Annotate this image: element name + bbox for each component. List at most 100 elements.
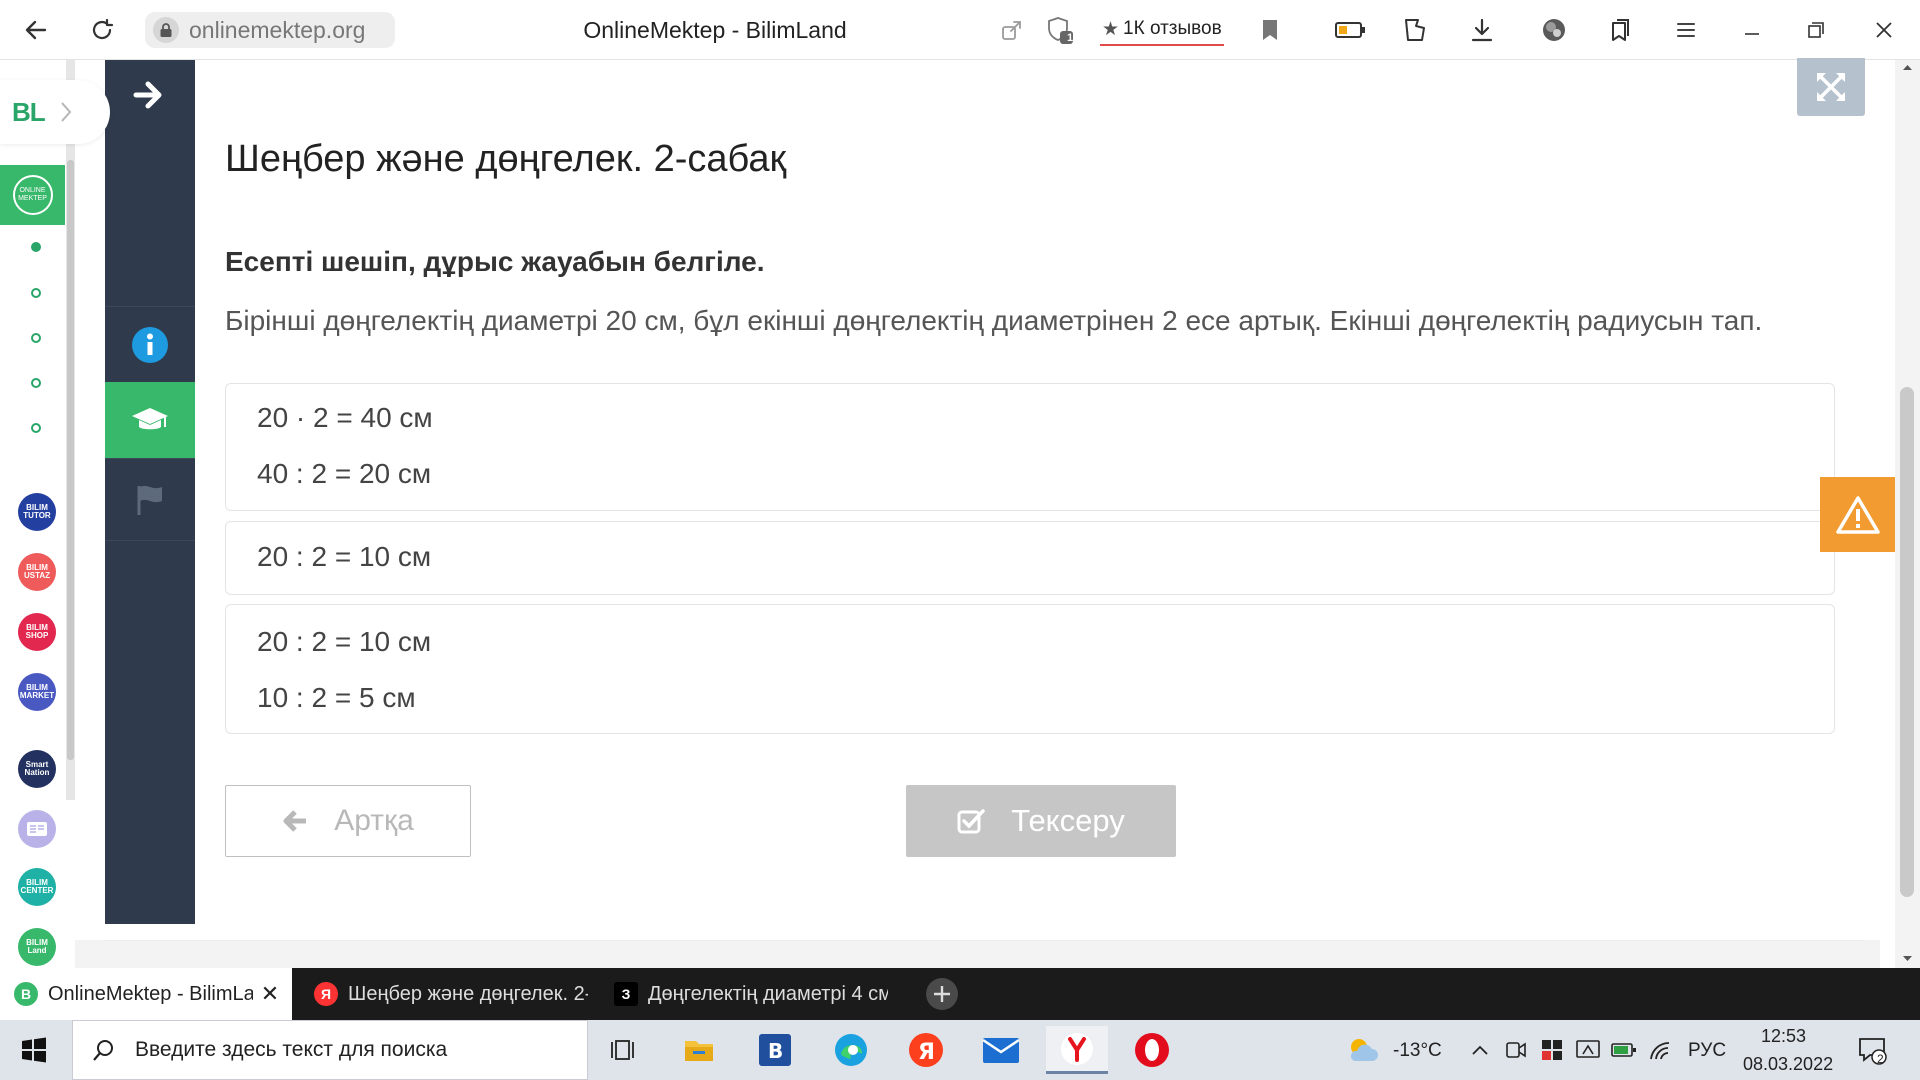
yandex-browser-icon[interactable]: Я (895, 1026, 957, 1074)
flag-button[interactable] (105, 458, 195, 540)
reload-icon[interactable] (84, 12, 120, 48)
answer-option-3[interactable]: 20 : 2 = 10 см 10 : 2 = 5 см (225, 604, 1835, 734)
taskbar-search[interactable]: Введите здесь текст для поиска (72, 1020, 588, 1080)
weather-icon[interactable] (1344, 1032, 1380, 1068)
online-mektep-label: ONLINE MEKTEP (12, 175, 53, 215)
rail-app-bilim-market[interactable]: BILIM MARKET (18, 673, 56, 711)
rail-app-bilim-tutor[interactable]: BILIM TUTOR (18, 493, 56, 531)
option-line: 10 : 2 = 5 см (257, 682, 416, 713)
shield-badge: 1 (1067, 32, 1074, 44)
url-text: onlinemektep.org (189, 16, 366, 43)
clock-time[interactable]: 12:53 (1761, 1026, 1806, 1047)
bilimland-logo[interactable]: BL (0, 80, 110, 144)
option-line: 20 : 2 = 10 см (257, 541, 432, 572)
checkbox-checked-icon (957, 809, 985, 834)
vk-browser-icon[interactable]: B (744, 1026, 806, 1074)
scroll-up-icon[interactable] (1895, 60, 1920, 74)
tab-znanija[interactable]: З Дөңгелектің диаметрі 4 см (600, 968, 890, 1020)
lesson-button[interactable] (105, 382, 195, 458)
report-error-button[interactable] (1820, 477, 1895, 552)
close-window-icon[interactable] (1866, 12, 1902, 48)
rail-app-bilim-ustaz[interactable]: BILIM USTAZ (18, 553, 56, 591)
notifications-icon[interactable]: 2 (1854, 1032, 1890, 1068)
minimize-icon[interactable] (1734, 12, 1770, 48)
share-icon[interactable] (994, 12, 1030, 48)
lesson-title: Шеңбер және дөңгелек. 2-сабақ (225, 138, 787, 180)
tab-yandex-search[interactable]: Я Шеңбер және дөңгелек. 2-сабақ (300, 968, 590, 1020)
task-heading: Есепті шешіп, дұрыс жауабын белгіле. (225, 246, 765, 277)
yandex-app-icon[interactable] (1046, 1026, 1108, 1074)
rail-section-dot[interactable] (31, 242, 41, 252)
wifi-icon[interactable] (1643, 1032, 1679, 1068)
rail-section-dot[interactable] (31, 423, 41, 433)
plus-icon (926, 978, 958, 1010)
scroll-down-icon[interactable] (1895, 952, 1920, 966)
info-icon (132, 326, 168, 363)
battery-icon[interactable] (1606, 1032, 1642, 1068)
restore-icon[interactable] (1798, 12, 1834, 48)
bilimland-favicon-icon: B (14, 982, 38, 1006)
info-button[interactable] (105, 306, 195, 382)
opera-icon[interactable] (1121, 1026, 1183, 1074)
warning-icon (1835, 495, 1880, 534)
lock-icon[interactable] (153, 17, 179, 43)
back-button[interactable]: Артқа (225, 785, 471, 857)
page-scrollbar[interactable] (1895, 60, 1920, 968)
rail-app-bilimland[interactable]: BILIM Land (18, 928, 56, 966)
windows-taskbar: Введите здесь текст для поиска B Я -13°C (0, 1020, 1920, 1080)
rail-scrollbar[interactable] (66, 60, 75, 800)
profile-avatar-icon[interactable] (1536, 12, 1572, 48)
windows-start-icon[interactable] (16, 1032, 52, 1068)
scroll-thumb[interactable] (1900, 387, 1914, 897)
arrow-right-icon (133, 81, 162, 109)
option-line: 20 · 2 = 40 см (257, 402, 433, 433)
tray-app-icon[interactable] (1534, 1032, 1570, 1068)
input-language[interactable]: РУС (1688, 1040, 1726, 1062)
meet-now-icon[interactable] (1498, 1032, 1534, 1068)
rail-section-dot[interactable] (31, 378, 41, 388)
tab-label: OnlineMektep - BilimLand (48, 982, 253, 1005)
app-label: BILIM CENTER (20, 878, 54, 895)
battery-saver-icon[interactable] (1332, 12, 1368, 48)
collections-icon[interactable] (1398, 12, 1434, 48)
protect-shield-icon[interactable]: 1 (1042, 12, 1078, 48)
search-icon (93, 1040, 113, 1061)
rail-section-dot[interactable] (31, 333, 41, 343)
clock-date[interactable]: 08.03.2022 (1743, 1054, 1833, 1075)
rail-app-news[interactable] (18, 810, 56, 848)
file-explorer-icon[interactable] (668, 1026, 730, 1074)
check-button[interactable]: Тексеру (906, 785, 1176, 857)
znanija-favicon-icon: З (614, 982, 638, 1006)
app-label: BILIM USTAZ (23, 563, 51, 580)
reviews-link[interactable]: ★ 1К отзывов (1100, 14, 1224, 46)
rail-online-mektep[interactable]: ONLINE MEKTEP (0, 165, 65, 225)
edge-icon[interactable] (820, 1026, 882, 1074)
rail-app-bilim-shop[interactable]: BILIM SHOP (18, 613, 56, 651)
rail-app-bilim-center[interactable]: BILIM CENTER (18, 868, 56, 906)
bookmarks-list-icon[interactable] (1602, 12, 1638, 48)
chevron-right-icon (59, 100, 73, 124)
address-bar[interactable]: onlinemektep.org (145, 12, 395, 48)
tray-chevron-up-icon[interactable] (1462, 1032, 1498, 1068)
arrow-left-icon (283, 810, 307, 832)
rail-app-smart-nation[interactable]: Smart Nation (18, 750, 56, 788)
bookmark-icon[interactable] (1252, 12, 1288, 48)
page-title: OnlineMektep - BilimLand (583, 17, 847, 43)
download-icon[interactable] (1464, 12, 1500, 48)
fullscreen-button[interactable] (1797, 58, 1865, 116)
answer-option-2[interactable]: 20 : 2 = 10 см (225, 521, 1835, 595)
rail-section-dot[interactable] (31, 288, 41, 298)
close-tab-icon[interactable]: ✕ (259, 981, 281, 1007)
weather-temperature: -13°C (1393, 1040, 1442, 1061)
browser-toolbar: onlinemektep.org OnlineMektep - BilimLan… (0, 0, 1920, 60)
task-text: Бірінші дөңгелектің диаметрі 20 см, бұл … (225, 305, 1763, 336)
mail-icon[interactable] (970, 1026, 1032, 1074)
back-arrow-icon[interactable] (18, 12, 54, 48)
new-tab-button[interactable] (924, 976, 960, 1012)
task-view-icon[interactable] (593, 1026, 655, 1074)
answer-option-1[interactable]: 20 · 2 = 40 см 40 : 2 = 20 см (225, 383, 1835, 511)
tab-onlinemektep[interactable]: B OnlineMektep - BilimLand ✕ (0, 968, 292, 1020)
next-arrow-button[interactable] (105, 60, 195, 130)
menu-icon[interactable] (1668, 12, 1704, 48)
tray-display-icon[interactable] (1570, 1032, 1606, 1068)
